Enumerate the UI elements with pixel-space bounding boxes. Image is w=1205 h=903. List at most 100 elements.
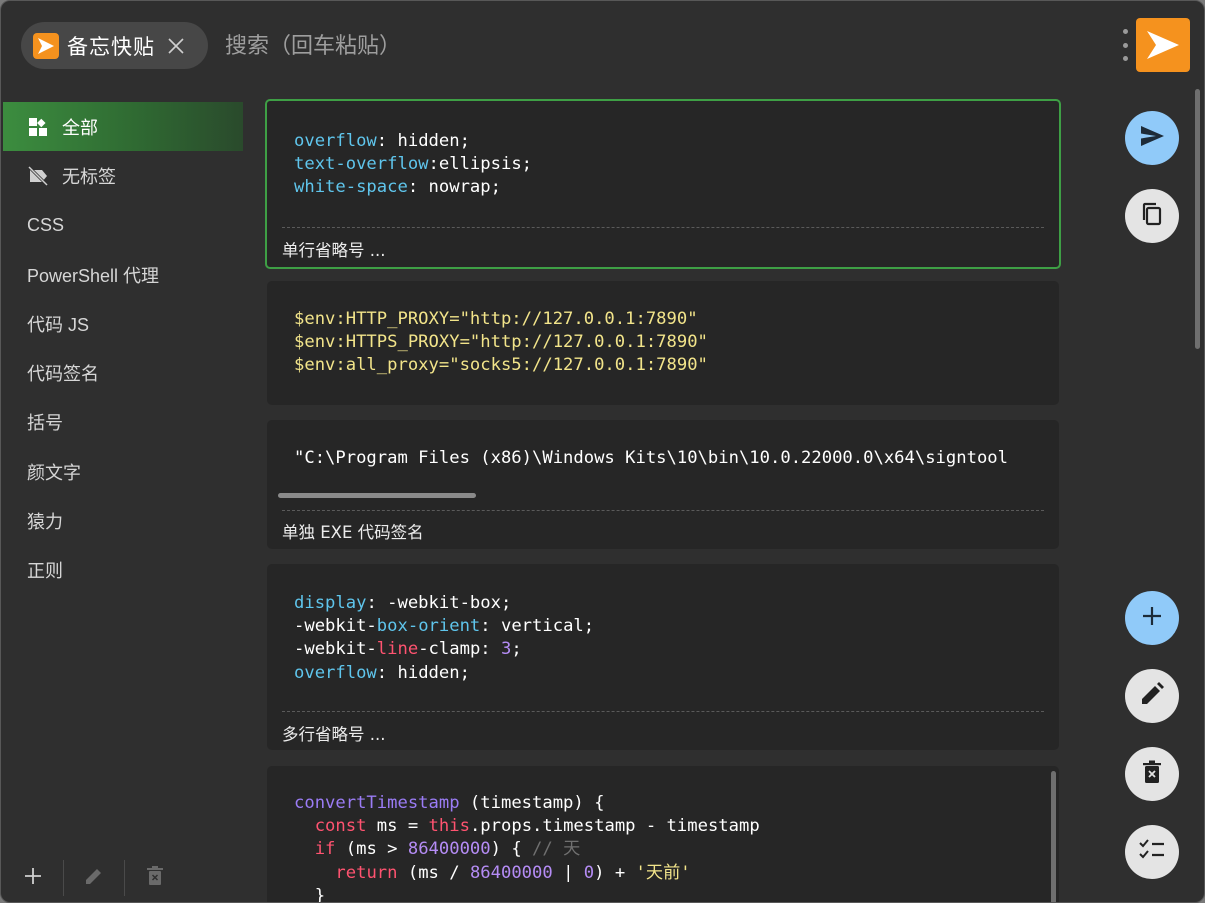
multi-select-button[interactable] [1125, 825, 1179, 879]
code-token: return [335, 862, 398, 883]
sidebar-item-kaomoji[interactable]: 颜文字 [3, 447, 243, 496]
code-line: -webkit-box-orient: vertical; [294, 615, 594, 638]
code-line: overflow: hidden; [294, 130, 532, 153]
paste-send-button[interactable] [1125, 111, 1179, 165]
code-block: $env:HTTP_PROXY="http://127.0.0.1:7890" $… [267, 308, 708, 378]
add-snippet-button[interactable] [1125, 591, 1179, 645]
code-line: return (ms / 86400000 | 0) + '天前' [294, 862, 760, 885]
horizontal-scrollbar[interactable] [278, 493, 476, 498]
add-tag-button[interactable] [3, 858, 63, 898]
code-token: box-orient [376, 616, 481, 637]
snippet-card[interactable]: "C:\Program Files (x86)\Windows Kits\10\… [267, 420, 1059, 549]
sidebar-item-label: 代码签名 [27, 364, 99, 385]
code-token: -webkit- [294, 639, 377, 660]
search-input[interactable] [225, 27, 1085, 65]
edit-icon [83, 865, 105, 891]
sidebar-item-untagged[interactable]: 无标签 [3, 151, 243, 200]
app-window: 备忘快贴 全部 [0, 0, 1205, 903]
more-menu-icon[interactable] [1115, 25, 1135, 65]
code-token: (ms > [335, 839, 408, 860]
copy-button[interactable] [1125, 189, 1179, 243]
edit-snippet-button[interactable] [1125, 669, 1179, 723]
code-token: const [314, 816, 367, 837]
close-icon[interactable] [165, 35, 187, 57]
send-icon [1138, 122, 1166, 154]
code-token: : vertical; [480, 616, 595, 637]
copy-icon [1139, 201, 1165, 231]
delete-icon [146, 866, 164, 890]
code-token: // 天 [532, 839, 581, 860]
snippet-note: 单行省略号 ... [282, 241, 386, 260]
snippet-card[interactable]: convertTimestamp (timestamp) { const ms … [267, 766, 1059, 903]
code-token: 0 [583, 862, 595, 883]
code-token: (timestamp) { [459, 793, 605, 813]
snippet-card[interactable]: $env:HTTP_PROXY="http://127.0.0.1:7890" $… [267, 281, 1059, 405]
sidebar-item-label: 正则 [27, 561, 63, 582]
snippet-card[interactable]: overflow: hidden; text-overflow:ellipsis;… [265, 99, 1061, 269]
sidebar-item-label: PowerShell 代理 [27, 265, 160, 286]
sidebar-item-all[interactable]: 全部 [3, 102, 243, 152]
code-token: ; [511, 639, 522, 660]
sidebar-item-yuanli[interactable]: 猿力 [3, 496, 243, 545]
label-off-icon [27, 165, 49, 187]
app-logo-icon [33, 32, 59, 59]
app-tab-chip[interactable]: 备忘快贴 [21, 22, 208, 69]
sidebar-item-brackets[interactable]: 括号 [3, 398, 243, 447]
code-token: text-overflow [294, 154, 429, 175]
code-token: $env:HTTPS_PROXY="http://127.0.0.1:7890" [294, 332, 708, 353]
card-vertical-scrollbar[interactable] [1051, 771, 1056, 902]
code-token: convertTimestamp [294, 793, 460, 813]
sidebar-item-code-signing[interactable]: 代码签名 [3, 348, 243, 397]
code-block: overflow: hidden; text-overflow:ellipsis;… [267, 130, 532, 200]
code-token: '天前' [635, 862, 691, 883]
code-token: overflow [294, 662, 377, 683]
code-token: .props.timestamp - timestamp [469, 816, 760, 837]
code-token: $env:all_proxy="socks5://127.0.0.1:7890" [294, 355, 708, 376]
sidebar-item-powershell-proxy[interactable]: PowerShell 代理 [3, 250, 243, 299]
sidebar-item-label: 颜文字 [27, 462, 81, 483]
code-token: | [552, 862, 584, 883]
edit-icon [1139, 681, 1165, 711]
code-line: $env:HTTPS_PROXY="http://127.0.0.1:7890" [294, 331, 708, 354]
list-scrollbar[interactable] [1195, 89, 1200, 349]
code-token: : -webkit-box; [366, 593, 512, 613]
sidebar-item-code-js[interactable]: 代码 JS [3, 299, 243, 348]
snippet-card[interactable]: display: -webkit-box; -webkit-box-orient:… [267, 564, 1059, 750]
delete-icon [1141, 760, 1163, 788]
code-line: text-overflow:ellipsis; [294, 153, 532, 176]
code-token: this [428, 816, 470, 837]
code-line: const ms = this.props.timestamp - timest… [294, 815, 760, 838]
checklist-icon [1138, 838, 1166, 866]
snippet-note: 多行省略号 ... [282, 725, 386, 744]
sidebar: 全部 无标签 CSS PowerShell 代理 代码 JS 代码签名 括号 颜… [3, 102, 243, 862]
code-line: $env:all_proxy="socks5://127.0.0.1:7890" [294, 354, 708, 377]
snippet-note: 单独 EXE 代码签名 [282, 523, 424, 542]
code-token: : nowrap; [407, 177, 501, 198]
code-token: 86400000 [407, 839, 491, 860]
app-tab-label: 备忘快贴 [67, 34, 155, 59]
code-token: : hidden; [376, 131, 470, 151]
edit-tag-button[interactable] [64, 858, 124, 898]
app-logo[interactable] [1136, 18, 1190, 72]
sidebar-item-label: CSS [27, 214, 65, 235]
sidebar-item-css[interactable]: CSS [3, 201, 243, 250]
delete-tag-button[interactable] [125, 858, 185, 898]
code-token: 3 [501, 639, 512, 660]
code-line: white-space: nowrap; [294, 176, 532, 199]
code-line: overflow: hidden; [294, 662, 594, 685]
sidebar-item-label: 猿力 [27, 512, 63, 533]
code-token: (ms / [397, 862, 470, 883]
dashboard-icon [27, 116, 49, 138]
sidebar-item-regex[interactable]: 正则 [3, 546, 243, 595]
code-token: ) { [490, 839, 533, 860]
delete-snippet-button[interactable] [1125, 747, 1179, 801]
code-line: convertTimestamp (timestamp) { [294, 792, 760, 815]
code-line: } [294, 885, 760, 903]
code-token: line [376, 639, 419, 660]
code-token: display [294, 593, 367, 613]
code-token: } [294, 885, 326, 903]
code-token: "C:\Program Files (x86)\Windows Kits\10\… [294, 448, 1008, 468]
